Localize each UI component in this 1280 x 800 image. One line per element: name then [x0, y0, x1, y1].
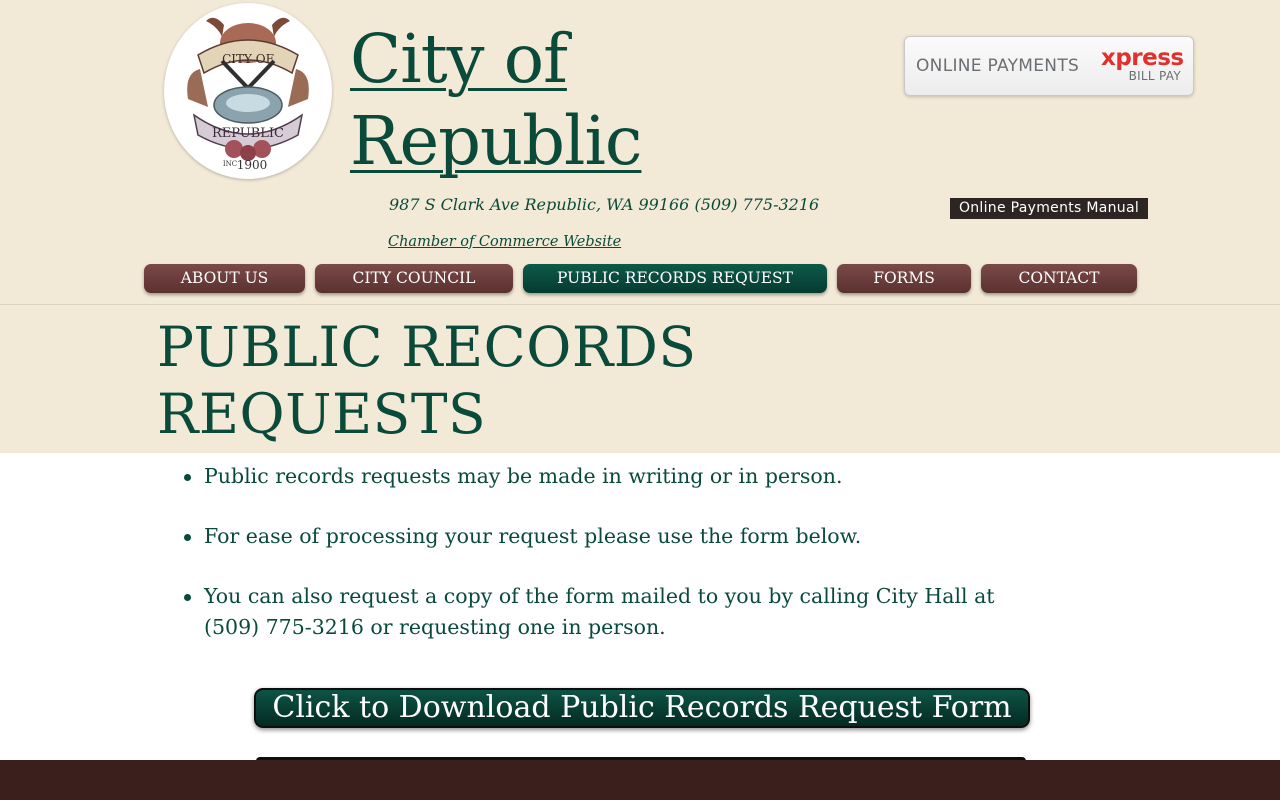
city-address: 987 S Clark Ave Republic, WA 99166 (509)… — [389, 195, 820, 214]
online-payments-button[interactable]: ONLINE PAYMENTS xpress BILL PAY — [904, 36, 1194, 96]
online-payments-manual-button[interactable]: Online Payments Manual — [950, 198, 1148, 219]
page-title: PUBLIC RECORDS REQUESTS — [157, 314, 697, 448]
nav-contact[interactable]: CONTACT — [981, 264, 1137, 293]
seal-text-year: 1900 — [237, 158, 268, 172]
list-item: Public records requests may be made in w… — [184, 461, 1054, 492]
city-seal-icon: CITY OF REPUBLIC INC 1900 — [168, 7, 328, 175]
seal-text-bottom: REPUBLIC — [212, 126, 284, 141]
list-item: For ease of processing your request plea… — [184, 521, 1054, 552]
seal-text-inc: INC — [223, 160, 237, 168]
online-payments-label: ONLINE PAYMENTS — [916, 56, 1080, 76]
chamber-of-commerce-link[interactable]: Chamber of Commerce Website — [388, 234, 621, 250]
nav-forms[interactable]: FORMS — [837, 264, 971, 293]
nav-city-council[interactable]: CITY COUNCIL — [315, 264, 513, 293]
list-item: You can also request a copy of the form … — [184, 581, 1054, 643]
seal-text-top: CITY OF — [222, 52, 274, 66]
page-title-line-2: REQUESTS — [157, 382, 487, 446]
info-list: Public records requests may be made in w… — [184, 461, 1054, 672]
site-title-link[interactable]: City of Republic — [350, 18, 770, 182]
nav-public-records-request[interactable]: PUBLIC RECORDS REQUEST — [523, 264, 827, 293]
bill-pay-label: BILL PAY — [1128, 69, 1181, 83]
nav-about-us[interactable]: ABOUT US — [144, 264, 305, 293]
page-title-line-1: PUBLIC RECORDS — [157, 315, 697, 379]
site-footer — [0, 760, 1280, 800]
city-seal-logo[interactable]: CITY OF REPUBLIC INC 1900 — [164, 3, 332, 179]
xpress-logo: xpress — [1101, 45, 1184, 71]
download-form-button[interactable]: Click to Download Public Records Request… — [254, 688, 1030, 728]
